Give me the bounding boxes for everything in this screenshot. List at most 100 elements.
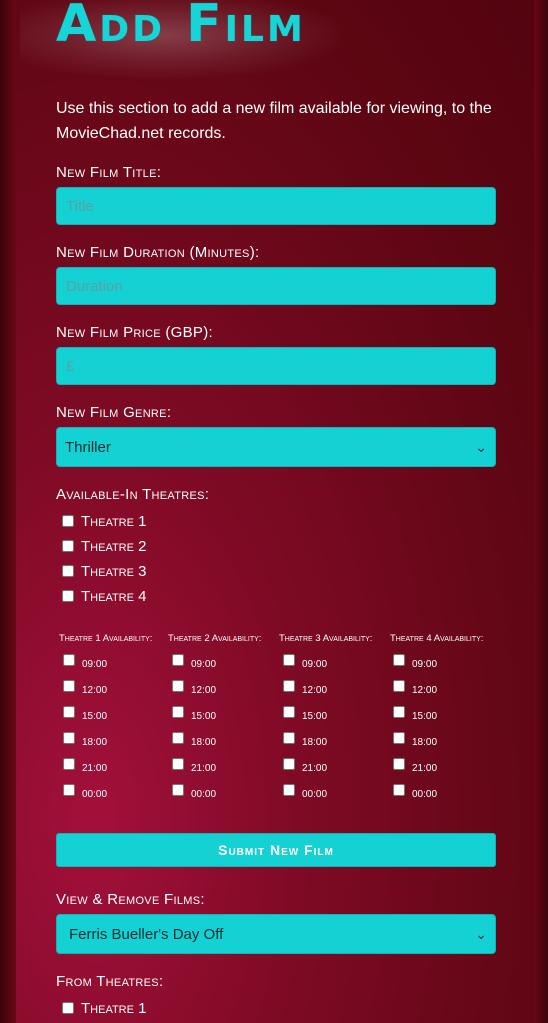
theatre-4-label: Theatre 4 [81,587,147,605]
t4-slot-time: 09:00 [412,659,438,670]
t1-slot-time: 00:00 [82,789,108,800]
t2-slot-checkbox[interactable] [172,784,184,796]
film-select[interactable]: Ferris Bueller's Day Off ⌄ [56,914,496,954]
theatre-2-label: Theatre 2 [81,537,147,555]
t4-slot[interactable]: 12:00 [393,680,438,698]
right-edge [534,0,548,1023]
chevron-down-icon: ⌄ [475,925,487,942]
t3-slot[interactable]: 12:00 [283,680,328,698]
t3-slot-checkbox[interactable] [283,758,295,770]
t4-slot-time: 12:00 [412,685,438,696]
film-price-label: New Film Price (GBP): [56,324,213,341]
remove-theatre-1-checkbox[interactable] [62,1002,74,1014]
t1-slot-checkbox[interactable] [63,784,75,796]
t2-slot-checkbox[interactable] [172,680,184,692]
t4-slot-time: 00:00 [412,789,438,800]
film-title-label: New Film Title: [56,164,162,181]
t3-slot-time: 18:00 [302,737,328,748]
t3-slot[interactable]: 18:00 [283,732,328,750]
t2-slot-checkbox[interactable] [172,654,184,666]
t3-slot-checkbox[interactable] [283,654,295,666]
t4-slot-checkbox[interactable] [393,680,405,692]
t2-slot[interactable]: 12:00 [172,680,217,698]
remove-theatre-option-1[interactable]: Theatre 1 [62,999,146,1017]
t2-slot-time: 18:00 [191,737,217,748]
t3-slot-time: 12:00 [302,685,328,696]
t3-slot[interactable]: 21:00 [283,758,328,776]
t3-slot[interactable]: 09:00 [283,654,327,672]
t1-slot-time: 09:00 [82,659,108,670]
t2-slot-time: 12:00 [191,685,217,696]
t1-slot-checkbox[interactable] [63,654,75,666]
film-duration-input[interactable] [56,267,496,305]
view-remove-label: View & Remove Films: [56,891,205,908]
t1-slot[interactable]: 15:00 [63,706,107,724]
t1-slot-time: 21:00 [82,763,108,774]
t4-slot-checkbox[interactable] [393,654,405,666]
t1-slot[interactable]: 18:00 [63,732,108,750]
t3-slot-time: 15:00 [302,711,328,722]
t4-slot-checkbox[interactable] [393,758,405,770]
t2-slot-time: 21:00 [191,763,217,774]
from-theatres-label: From Theatres: [56,973,164,990]
t1-slot[interactable]: 00:00 [63,784,108,802]
theatre-3-label: Theatre 3 [81,562,147,580]
t3-slot-checkbox[interactable] [283,732,295,744]
t4-slot[interactable]: 00:00 [393,784,438,802]
t2-slot-checkbox[interactable] [172,732,184,744]
theatre-option-4[interactable]: Theatre 4 [62,587,146,605]
t3-slot-checkbox[interactable] [283,706,295,718]
t3-slot-checkbox[interactable] [283,680,295,692]
t4-slot-checkbox[interactable] [393,784,405,796]
t2-slot-time: 09:00 [191,659,217,670]
t4-slot-checkbox[interactable] [393,706,405,718]
t4-slot[interactable]: 21:00 [393,758,437,776]
theatre-2-checkbox[interactable] [62,540,74,552]
t4-slot-checkbox[interactable] [393,732,405,744]
t1-slot-time: 18:00 [82,737,108,748]
film-genre-select[interactable]: Thriller ⌄ [56,427,496,467]
remove-theatre-1-label: Theatre 1 [81,999,147,1017]
t4-slot-time: 18:00 [412,737,438,748]
t1-slot-checkbox[interactable] [63,680,75,692]
theatre-option-2[interactable]: Theatre 2 [62,537,146,555]
t4-slot[interactable]: 09:00 [393,654,438,672]
t1-slot[interactable]: 12:00 [63,680,107,698]
t2-slot[interactable]: 00:00 [172,784,217,802]
t2-slot-checkbox[interactable] [172,758,184,770]
t2-slot[interactable]: 18:00 [172,732,217,750]
t3-slot[interactable]: 00:00 [283,784,327,802]
t4-slot[interactable]: 15:00 [393,706,438,724]
t3-slot-time: 21:00 [302,763,328,774]
submit-new-film-button[interactable]: Submit New Film [56,833,496,867]
t2-slot[interactable]: 09:00 [172,654,217,672]
t3-slot-checkbox[interactable] [283,784,295,796]
t2-slot-checkbox[interactable] [172,706,184,718]
film-title-input[interactable] [56,187,496,225]
theatre-1-availability-header: Theatre 1 Availability: [59,633,153,644]
t4-slot[interactable]: 18:00 [393,732,438,750]
t2-slot[interactable]: 15:00 [172,706,216,724]
theatre-3-checkbox[interactable] [62,565,74,577]
t1-slot-checkbox[interactable] [63,758,75,770]
film-select-selected: Ferris Bueller's Day Off [69,925,224,943]
t2-slot-time: 00:00 [191,789,217,800]
film-duration-label: New Film Duration (Minutes): [56,244,260,261]
t2-slot[interactable]: 21:00 [172,758,217,776]
t4-slot-time: 15:00 [412,711,438,722]
t1-slot[interactable]: 21:00 [63,758,108,776]
t1-slot-checkbox[interactable] [63,732,75,744]
theatre-1-checkbox[interactable] [62,515,74,527]
chevron-down-icon: ⌄ [475,438,487,455]
film-price-input[interactable] [56,347,496,385]
film-genre-label: New Film Genre: [56,404,172,421]
t3-slot[interactable]: 15:00 [283,706,328,724]
theatre-3-availability-header: Theatre 3 Availability: [279,633,373,644]
t1-slot-checkbox[interactable] [63,706,75,718]
theatre-option-3[interactable]: Theatre 3 [62,562,146,580]
theatre-option-1[interactable]: Theatre 1 [62,512,146,530]
film-genre-selected: Thriller [65,438,111,456]
left-edge [0,0,16,1023]
theatre-4-checkbox[interactable] [62,590,74,602]
t1-slot[interactable]: 09:00 [63,654,108,672]
